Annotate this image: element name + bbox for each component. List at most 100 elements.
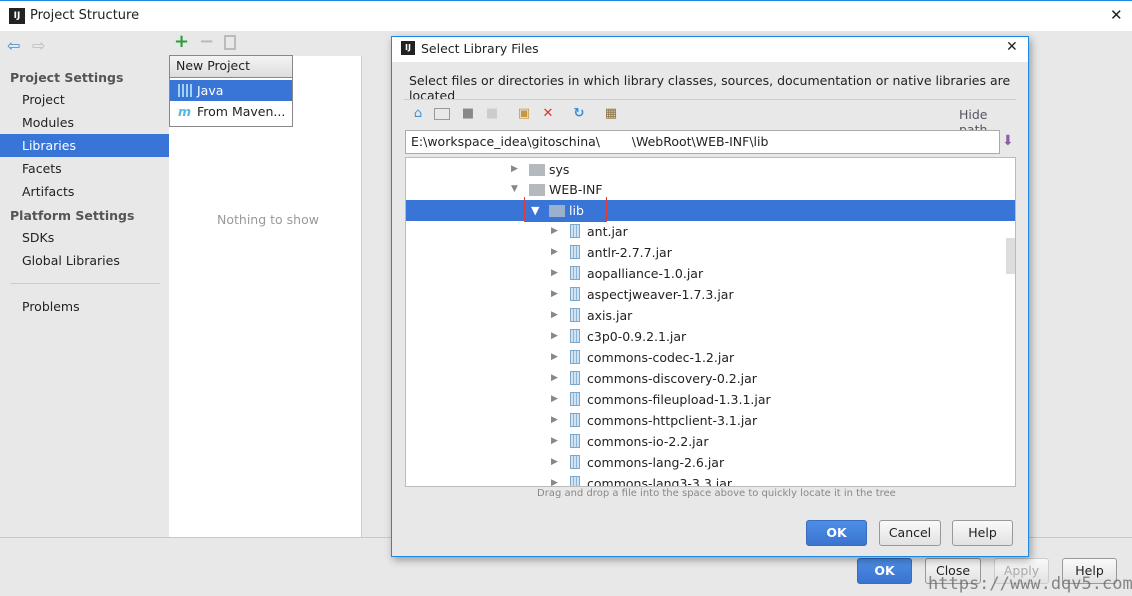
highlight-box — [524, 197, 607, 222]
select-library-files-dialog: IJ Select Library Files ✕ Select files o… — [391, 36, 1029, 557]
new-folder-icon[interactable]: ▣ — [516, 106, 532, 122]
collapse-right-icon[interactable]: ▶ — [551, 263, 558, 284]
expand-down-icon[interactable]: ▼ — [511, 179, 518, 200]
path-history-icon[interactable]: ⬇ — [1002, 133, 1014, 149]
folder-icon — [529, 184, 545, 196]
sidebar-item-global-libraries[interactable]: Global Libraries — [0, 249, 169, 272]
tree-file[interactable]: ▶ commons-httpclient-3.1.jar — [406, 410, 1015, 431]
tree-file[interactable]: ▶ commons-codec-1.2.jar — [406, 347, 1015, 368]
libraries-toolbar: + − — [169, 31, 362, 56]
delete-icon[interactable]: ✕ — [540, 106, 556, 122]
jar-icon — [570, 266, 580, 280]
ok-button[interactable]: OK — [857, 558, 912, 584]
tree-label: commons-discovery-0.2.jar — [587, 371, 757, 386]
collapse-right-icon[interactable]: ▶ — [551, 389, 558, 410]
jar-icon — [570, 329, 580, 343]
jar-icon — [570, 455, 580, 469]
collapse-right-icon[interactable]: ▶ — [551, 242, 558, 263]
popup-title: New Project Library — [170, 56, 292, 93]
collapse-right-icon[interactable]: ▶ — [551, 284, 558, 305]
sidebar-item-facets[interactable]: Facets — [0, 157, 169, 180]
tree-file[interactable]: ▶ commons-lang-2.6.jar — [406, 452, 1015, 473]
desktop-icon[interactable] — [434, 108, 450, 120]
collapse-right-icon[interactable]: ▶ — [511, 159, 518, 180]
show-hidden-icon[interactable]: ▦ — [603, 106, 619, 122]
tree-file[interactable]: ▶ commons-fileupload-1.3.1.jar — [406, 389, 1015, 410]
collapse-right-icon[interactable]: ▶ — [551, 347, 558, 368]
remove-icon[interactable]: − — [199, 31, 214, 52]
sidebar: ⇦ ⇨ Project Settings Project Modules Lib… — [0, 31, 169, 538]
home-icon[interactable]: ⌂ — [410, 106, 426, 122]
jar-icon — [570, 434, 580, 448]
sidebar-item-libraries[interactable]: Libraries — [0, 134, 169, 157]
popup-item-java[interactable]: Java — [170, 80, 292, 101]
dialog-ok-button[interactable]: OK — [806, 520, 867, 546]
tree-label: commons-io-2.2.jar — [587, 434, 709, 449]
libraries-panel: + − Nothing to show New Project Library … — [169, 31, 362, 538]
file-tree[interactable]: ▶ sys ▼ WEB-INF ▼ lib ▶ ant.jar ▶ antlr-… — [405, 157, 1016, 487]
dialog-title: Select Library Files — [421, 41, 539, 56]
jar-icon — [570, 371, 580, 385]
tree-folder[interactable]: ▼ lib — [406, 200, 1015, 221]
collapse-right-icon[interactable]: ▶ — [551, 326, 558, 347]
tree-label: sys — [549, 162, 570, 177]
tree-label: commons-codec-1.2.jar — [587, 350, 735, 365]
collapse-right-icon[interactable]: ▶ — [551, 221, 558, 242]
copy-icon[interactable] — [224, 35, 236, 50]
popup-item-label: Java — [197, 83, 224, 98]
popup-item-label: From Maven... — [197, 104, 286, 119]
sidebar-item-modules[interactable]: Modules — [0, 111, 169, 134]
tree-file[interactable]: ▶ commons-lang3-3.3.jar — [406, 473, 1015, 486]
popup-item-maven[interactable]: m From Maven... — [170, 101, 292, 122]
section-project-settings: Project Settings — [10, 70, 124, 85]
collapse-right-icon[interactable]: ▶ — [551, 410, 558, 431]
tree-file[interactable]: ▶ aspectjweaver-1.7.3.jar — [406, 284, 1015, 305]
sidebar-item-sdks[interactable]: SDKs — [0, 226, 169, 249]
tree-label: c3p0-0.9.2.1.jar — [587, 329, 687, 344]
folder-icon — [529, 164, 545, 176]
tree-label: commons-httpclient-3.1.jar — [587, 413, 758, 428]
refresh-icon[interactable]: ↻ — [571, 106, 587, 122]
scrollbar-thumb[interactable] — [1006, 238, 1015, 274]
jar-icon — [570, 224, 580, 238]
jar-icon — [570, 413, 580, 427]
project-folder-icon[interactable]: ■ — [460, 106, 476, 122]
tree-file[interactable]: ▶ antlr-2.7.7.jar — [406, 242, 1015, 263]
tree-folder[interactable]: ▶ sys — [406, 159, 1015, 180]
forward-icon[interactable]: ⇨ — [32, 36, 45, 55]
title-bar: IJ Project Structure ✕ — [0, 0, 1132, 31]
jar-icon — [570, 350, 580, 364]
collapse-right-icon[interactable]: ▶ — [551, 473, 558, 486]
sidebar-item-artifacts[interactable]: Artifacts — [0, 180, 169, 203]
close-icon[interactable]: ✕ — [1110, 6, 1123, 24]
tree-label: axis.jar — [587, 308, 633, 323]
collapse-right-icon[interactable]: ▶ — [551, 368, 558, 389]
jar-icon — [570, 308, 580, 322]
tree-file[interactable]: ▶ ant.jar — [406, 221, 1015, 242]
dialog-help-button[interactable]: Help — [952, 520, 1013, 546]
drag-drop-hint: Drag and drop a file into the space abov… — [537, 488, 896, 499]
collapse-right-icon[interactable]: ▶ — [551, 305, 558, 326]
tree-file[interactable]: ▶ axis.jar — [406, 305, 1015, 326]
watermark: https://www.dqv5.com — [928, 574, 1132, 594]
tree-file[interactable]: ▶ c3p0-0.9.2.1.jar — [406, 326, 1015, 347]
back-icon[interactable]: ⇦ — [7, 36, 20, 55]
dialog-cancel-button[interactable]: Cancel — [879, 520, 941, 546]
window-title: Project Structure — [30, 8, 140, 23]
sidebar-item-project[interactable]: Project — [0, 88, 169, 111]
tree-label: aspectjweaver-1.7.3.jar — [587, 287, 734, 302]
tree-file[interactable]: ▶ commons-io-2.2.jar — [406, 431, 1015, 452]
module-folder-icon[interactable]: ■ — [484, 106, 500, 122]
tree-folder[interactable]: ▼ WEB-INF — [406, 179, 1015, 200]
path-input[interactable]: E:\workspace_idea\gitoschina\ \WebRoot\W… — [405, 130, 1000, 154]
collapse-right-icon[interactable]: ▶ — [551, 431, 558, 452]
dialog-close-icon[interactable]: ✕ — [1006, 39, 1018, 55]
add-icon[interactable]: + — [174, 31, 189, 52]
collapse-right-icon[interactable]: ▶ — [551, 452, 558, 473]
tree-file[interactable]: ▶ commons-discovery-0.2.jar — [406, 368, 1015, 389]
tree-file[interactable]: ▶ aopalliance-1.0.jar — [406, 263, 1015, 284]
tree-label: commons-fileupload-1.3.1.jar — [587, 392, 771, 407]
maven-icon: m — [178, 104, 192, 119]
sidebar-item-problems[interactable]: Problems — [0, 295, 169, 318]
section-platform-settings: Platform Settings — [10, 208, 135, 223]
